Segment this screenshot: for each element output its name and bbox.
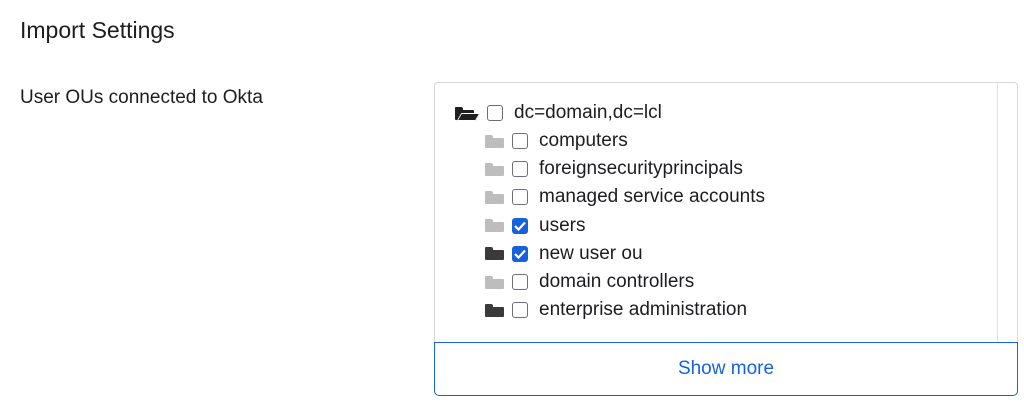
- tree-item-managed-service-accounts: managed service accounts: [485, 184, 765, 210]
- folder-icon: [485, 303, 504, 317]
- folder-icon: [485, 134, 504, 148]
- tree-item-new-user-ou: new user ou: [485, 241, 643, 267]
- tree-item-users: users: [485, 213, 585, 239]
- folder-icon: [485, 247, 504, 261]
- tree-item-computers: computers: [485, 128, 628, 154]
- tree-root-label: dc=domain,dc=lcl: [514, 102, 662, 123]
- tree-item-enterprise-administration: enterprise administration: [485, 297, 747, 323]
- tree-item-checkbox[interactable]: [512, 133, 528, 149]
- tree-item-label: new user ou: [539, 242, 643, 264]
- show-more-button[interactable]: Show more: [434, 342, 1018, 396]
- tree-item-foreignsecurityprincipals: foreignsecurityprincipals: [485, 156, 743, 182]
- tree-item-label: domain controllers: [539, 271, 695, 292]
- tree-root-checkbox[interactable]: [487, 105, 503, 121]
- tree-item-checkbox[interactable]: [512, 274, 528, 290]
- tree-root-row: dc=domain,dc=lcl: [455, 100, 662, 126]
- tree-item-label: managed service accounts: [539, 186, 766, 208]
- tree-scrollbar[interactable]: [997, 83, 1017, 342]
- tree-item-checkbox[interactable]: [512, 302, 528, 319]
- field-label: User OUs connected to Okta: [20, 87, 263, 108]
- folder-open-icon: [455, 106, 481, 121]
- folder-icon: [485, 190, 504, 204]
- tree-item-checkbox[interactable]: [512, 189, 528, 206]
- folder-icon: [485, 275, 504, 289]
- tree-item-label: computers: [539, 130, 628, 151]
- tree-item-checkbox[interactable]: [512, 245, 528, 262]
- section-title: Import Settings: [20, 17, 175, 43]
- folder-icon: [485, 219, 504, 233]
- tree-item-label: enterprise administration: [539, 299, 748, 321]
- tree-item-label: foreignsecurityprincipals: [539, 158, 743, 180]
- ou-tree-panel: dc=domain,dc=lcl computers foreignsecuri…: [434, 82, 1018, 342]
- tree-item-domain-controllers: domain controllers: [485, 269, 694, 295]
- tree-item-checkbox[interactable]: [512, 161, 528, 178]
- tree-item-checkbox[interactable]: [512, 217, 528, 234]
- folder-icon: [485, 162, 504, 176]
- tree-item-label: users: [539, 214, 586, 236]
